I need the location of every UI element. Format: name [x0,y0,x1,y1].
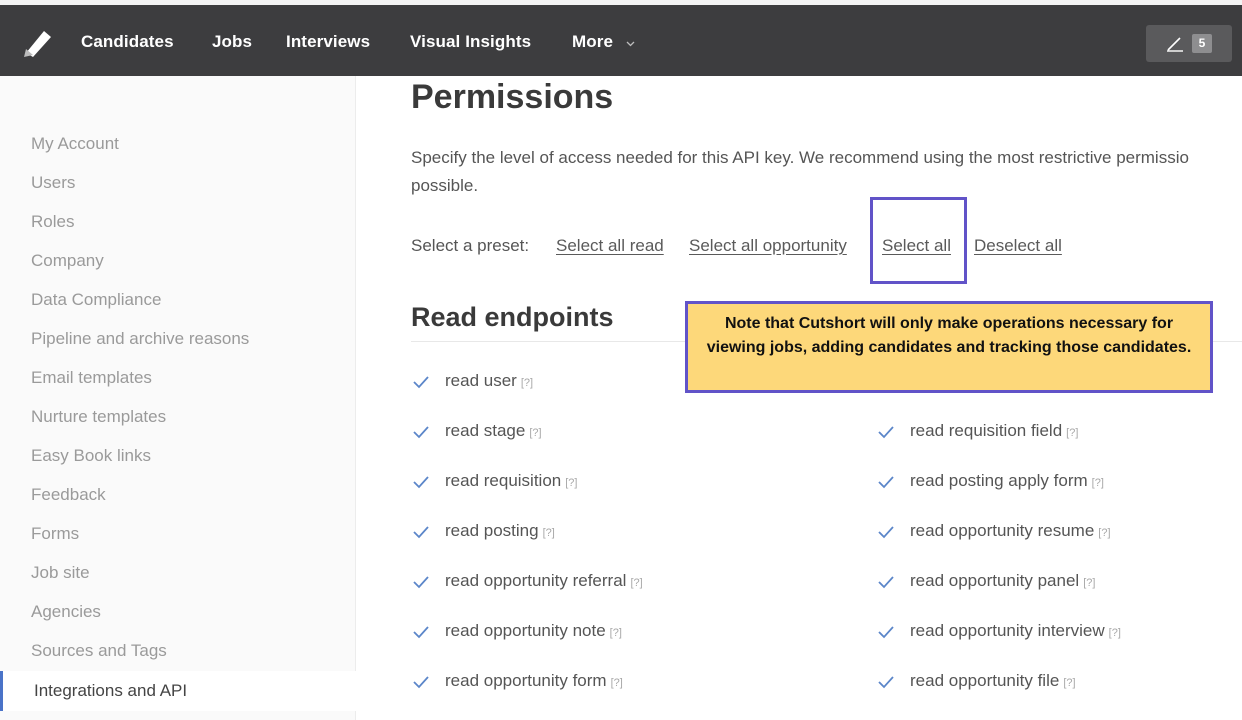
sidebar-item-feedback[interactable]: Feedback [31,485,106,505]
permission-name: read opportunity interview [910,621,1105,640]
select-all-opportunity-link[interactable]: Select all opportunity [689,236,847,256]
nav-interviews[interactable]: Interviews [286,32,370,52]
nav-visual-insights[interactable]: Visual Insights [410,32,531,52]
permission-name: read requisition [445,471,562,490]
checkmark-icon[interactable] [877,474,895,490]
permission-label: read opportunity referral [?] [445,571,643,591]
checkmark-icon[interactable] [412,474,430,490]
sidebar-item-integrations-and-api[interactable]: Integrations and API [0,671,356,711]
permission-label: read opportunity panel [?] [910,571,1095,591]
select-all-highlight [870,197,967,284]
sidebar-item-nurture-templates[interactable]: Nurture templates [31,407,166,427]
permission-label: read opportunity resume [?] [910,521,1111,541]
deselect-all-link[interactable]: Deselect all [974,236,1062,256]
annotation-callout: Note that Cutshort will only make operat… [685,301,1213,393]
help-marker[interactable]: [?] [565,477,577,489]
chevron-down-icon[interactable] [626,39,635,48]
permission-label: read user [?] [445,371,533,391]
permission-label: read stage [?] [445,421,542,441]
help-marker[interactable]: [?] [611,677,623,689]
sidebar-item-easy-book-links[interactable]: Easy Book links [31,446,151,466]
description-line: possible. [411,176,479,195]
pen-icon [1167,37,1183,52]
checkmark-icon[interactable] [412,624,430,640]
permission-label: read posting [?] [445,521,555,541]
permission-label: read opportunity file [?] [910,671,1076,691]
select-all-read-link[interactable]: Select all read [556,236,664,256]
checkmark-icon[interactable] [877,624,895,640]
permission-name: read opportunity referral [445,571,627,590]
preset-label: Select a preset: [411,236,530,255]
help-marker[interactable]: [?] [543,527,555,539]
checkmark-icon[interactable] [412,424,430,440]
permission-name: read posting [445,521,539,540]
checkmark-icon[interactable] [412,674,430,690]
sidebar-item-data-compliance[interactable]: Data Compliance [31,290,161,310]
checkmark-icon[interactable] [412,524,430,540]
permission-label: read requisition field [?] [910,421,1078,441]
lever-logo-icon[interactable] [22,27,54,57]
feedback-button[interactable]: 5 [1146,25,1232,62]
help-marker[interactable]: [?] [630,577,642,589]
page-title: Permissions [411,78,614,116]
description-line: Specify the level of access needed for t… [411,148,1189,167]
checkmark-icon[interactable] [412,374,430,390]
permission-name: read opportunity resume [910,521,1095,540]
sidebar-item-company[interactable]: Company [31,251,104,271]
nav-jobs[interactable]: Jobs [212,32,252,52]
permission-name: read opportunity panel [910,571,1080,590]
checkmark-icon[interactable] [412,574,430,590]
sidebar-item-sources-and-tags[interactable]: Sources and Tags [31,641,167,661]
permission-label: read opportunity form [?] [445,671,623,691]
settings-sidebar: My Account Users Roles Company Data Comp… [0,76,356,720]
top-navigation-bar: Candidates Jobs Interviews Visual Insigh… [0,5,1242,76]
permission-name: read user [445,371,517,390]
sidebar-item-agencies[interactable]: Agencies [31,602,101,622]
sidebar-item-users[interactable]: Users [31,173,75,193]
permission-name: read stage [445,421,526,440]
help-marker[interactable]: [?] [529,427,541,439]
permission-name: read opportunity note [445,621,606,640]
help-marker[interactable]: [?] [1083,577,1095,589]
checkmark-icon[interactable] [877,574,895,590]
permission-name: read requisition field [910,421,1063,440]
permission-name: read opportunity form [445,671,607,690]
help-marker[interactable]: [?] [521,377,533,389]
permission-label: read posting apply form [?] [910,471,1104,491]
help-marker[interactable]: [?] [1063,677,1075,689]
checkmark-icon[interactable] [877,674,895,690]
checkmark-icon[interactable] [877,524,895,540]
nav-more[interactable]: More [572,32,613,52]
permission-name: read posting apply form [910,471,1088,490]
help-marker[interactable]: [?] [1066,427,1078,439]
permission-label: read opportunity note [?] [445,621,622,641]
read-endpoints-heading: Read endpoints [411,302,614,332]
notification-count-badge: 5 [1192,34,1212,53]
sidebar-item-my-account[interactable]: My Account [31,134,119,154]
help-marker[interactable]: [?] [1092,477,1104,489]
permissions-description: Specify the level of access needed for t… [411,144,1242,200]
permission-label: read opportunity interview [?] [910,621,1121,641]
sidebar-item-email-templates[interactable]: Email templates [31,368,152,388]
sidebar-item-roles[interactable]: Roles [31,212,74,232]
help-marker[interactable]: [?] [1098,527,1110,539]
nav-candidates[interactable]: Candidates [81,32,174,52]
permission-name: read opportunity file [910,671,1060,690]
sidebar-item-forms[interactable]: Forms [31,524,79,544]
help-marker[interactable]: [?] [1109,627,1121,639]
sidebar-item-job-site[interactable]: Job site [31,563,90,583]
sidebar-item-pipeline-archive-reasons[interactable]: Pipeline and archive reasons [31,329,249,349]
help-marker[interactable]: [?] [610,627,622,639]
permission-label: read requisition [?] [445,471,577,491]
main-content: Permissions Specify the level of access … [357,76,1242,720]
checkmark-icon[interactable] [877,424,895,440]
